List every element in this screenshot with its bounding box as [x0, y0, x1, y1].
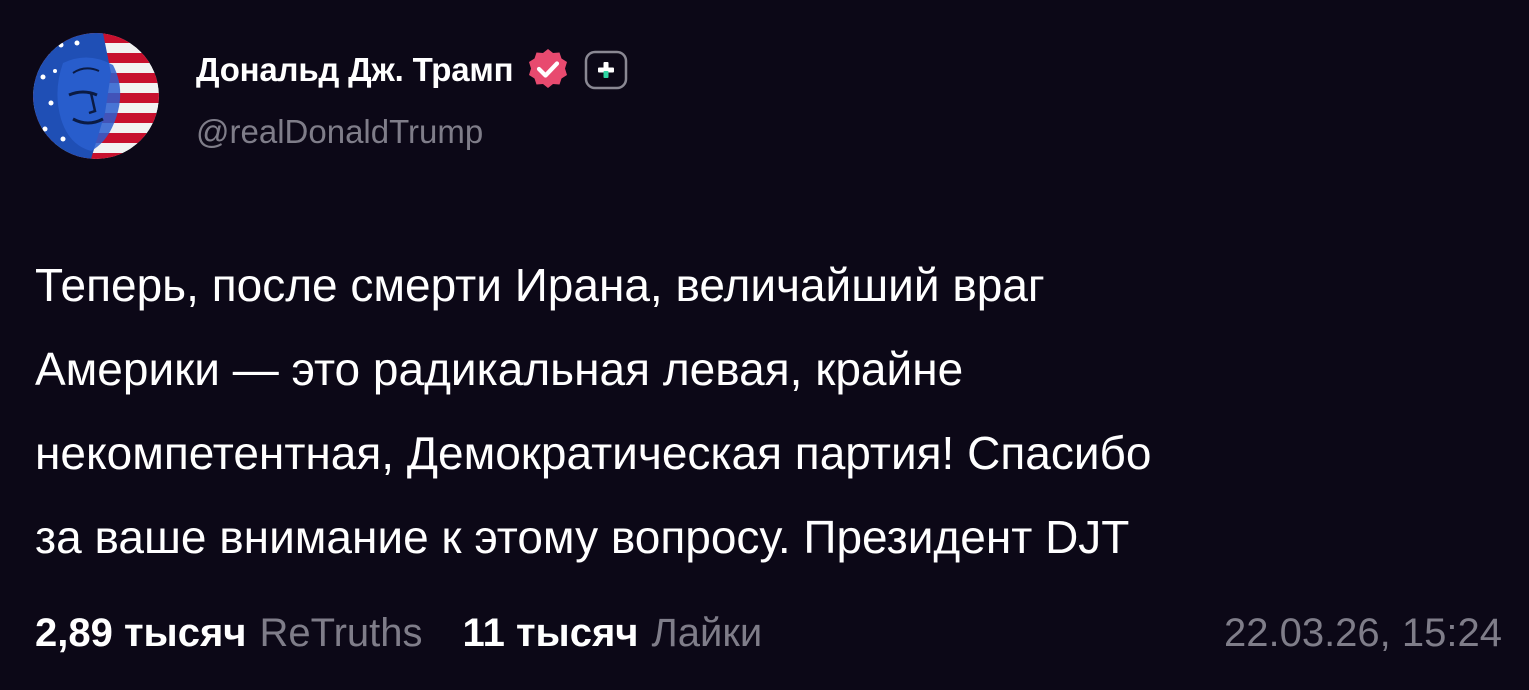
retruths-stat[interactable]: 2,89 тысяч ReTruths: [35, 611, 423, 656]
post-text-line: Америки — это радикальная левая, крайне: [35, 343, 964, 395]
likes-label: Лайки: [651, 610, 763, 655]
author-handle[interactable]: @realDonaldTrump: [196, 113, 483, 151]
retruths-count: 2,89 тысяч: [35, 610, 247, 655]
display-name[interactable]: Дональд Дж. Трамп: [196, 51, 514, 89]
post-text: Теперь, после смерти Ирана, величайший в…: [35, 243, 1495, 579]
retruths-label: ReTruths: [259, 610, 423, 655]
flag-portrait-avatar-icon: [33, 33, 159, 159]
post-timestamp[interactable]: 22.03.26, 15:24: [1224, 605, 1502, 661]
post-stats: 2,89 тысяч ReTruths 11 тысяч Лайки: [35, 605, 762, 661]
likes-stat[interactable]: 11 тысяч Лайки: [463, 611, 763, 656]
verified-badge-icon: [524, 46, 572, 94]
avatar[interactable]: [33, 33, 159, 159]
follow-plus-icon[interactable]: [584, 50, 628, 90]
post-text-line: за ваше внимание к этому вопросу. Презид…: [35, 511, 1130, 563]
author-header: Дональд Дж. Трамп: [196, 48, 628, 92]
likes-count: 11 тысяч: [462, 610, 639, 655]
post-text-line: Теперь, после смерти Ирана, величайший в…: [35, 259, 1045, 311]
post-text-line: некомпетентная, Демократическая партия! …: [35, 427, 1152, 479]
